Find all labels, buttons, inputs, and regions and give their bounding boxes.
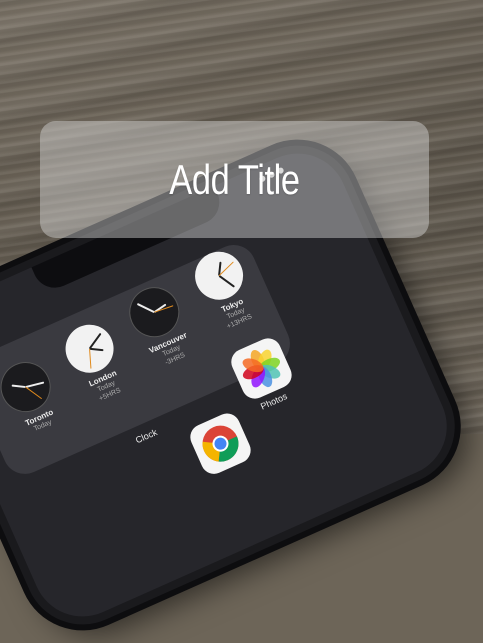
clock-app-label: Clock [133,427,159,446]
title-placeholder-text[interactable]: Add Title [169,156,300,204]
chrome-app-icon[interactable] [186,409,255,478]
chrome-icon [202,425,239,462]
title-placeholder-card[interactable]: Add Title [40,121,429,238]
